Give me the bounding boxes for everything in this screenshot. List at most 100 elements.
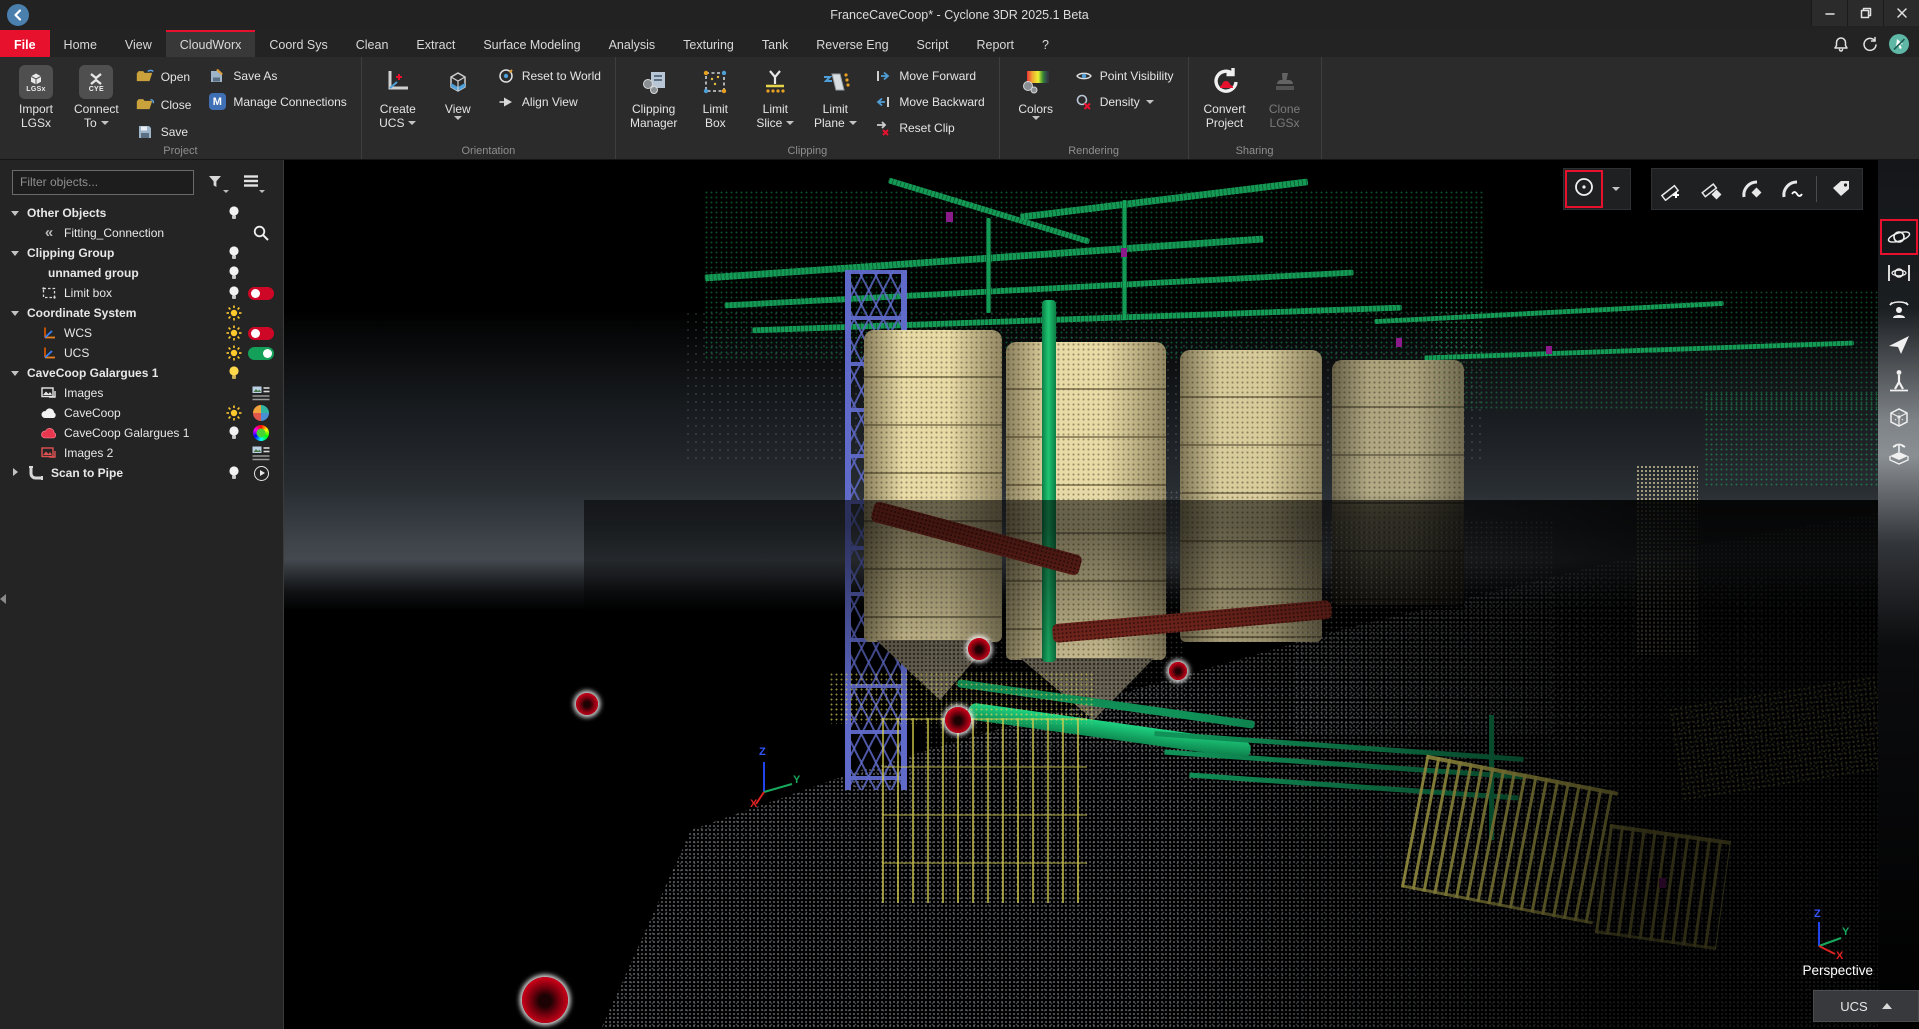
- tree-item-images-2[interactable]: Images 2: [0, 443, 283, 463]
- magnifier-icon[interactable]: [252, 224, 270, 242]
- tree-item-other-objects[interactable]: Other Objects: [0, 203, 283, 223]
- reset-clip-button[interactable]: Reset Clip: [867, 117, 990, 139]
- pointer-off-icon[interactable]: [1889, 34, 1909, 54]
- rgb-icon[interactable]: [253, 425, 269, 441]
- import-lgsx-button[interactable]: LGSxImportLGSx: [8, 61, 64, 133]
- tag-button[interactable]: [1822, 170, 1860, 208]
- tab-cloudworx[interactable]: CloudWorx: [166, 30, 256, 57]
- view-button[interactable]: View: [430, 61, 486, 123]
- tree-item-wcs[interactable]: WCS: [0, 323, 283, 343]
- limit-slice-button[interactable]: LimitSlice: [747, 61, 803, 133]
- bulb-icon[interactable]: [226, 244, 242, 262]
- state-toggle-green[interactable]: [248, 347, 274, 360]
- coordinate-system-selector[interactable]: UCS: [1813, 990, 1919, 1022]
- point-visibility-button[interactable]: Point Visibility: [1068, 65, 1180, 87]
- limit-plane-button[interactable]: LimitPlane: [807, 61, 863, 133]
- bell-icon[interactable]: [1831, 34, 1851, 54]
- tree-item-cavecoop-galargues-1[interactable]: CaveCoop Galargues 1: [0, 363, 283, 383]
- tab-file[interactable]: File: [0, 30, 50, 57]
- measure-add-button[interactable]: [1653, 170, 1691, 208]
- scan-position-target[interactable]: [968, 638, 990, 660]
- expander-right-icon[interactable]: [11, 468, 21, 478]
- expander-down-icon[interactable]: [11, 308, 21, 318]
- tree-item-limit-box[interactable]: Limit box: [0, 283, 283, 303]
- angle-diamond-button[interactable]: [1733, 170, 1771, 208]
- bulb-icon[interactable]: [226, 424, 242, 442]
- tab-extract[interactable]: Extract: [402, 30, 469, 57]
- tree-item-unnamed-group[interactable]: unnamed group: [0, 263, 283, 283]
- tab-report[interactable]: Report: [963, 30, 1029, 57]
- expander-down-icon[interactable]: [11, 208, 21, 218]
- tree-item-clipping-group[interactable]: Clipping Group: [0, 243, 283, 263]
- imgprops-icon[interactable]: [251, 444, 271, 462]
- color-pie-icon[interactable]: [253, 405, 269, 421]
- filter-input[interactable]: [12, 170, 194, 195]
- scan-position-target[interactable]: [945, 707, 971, 733]
- filter-funnel-button[interactable]: [200, 169, 230, 195]
- limit-box-button[interactable]: LimitBox: [687, 61, 743, 133]
- tab-home[interactable]: Home: [50, 30, 111, 57]
- walk-button[interactable]: [1881, 364, 1917, 398]
- bulb-icon[interactable]: [226, 264, 242, 282]
- look-around-button[interactable]: [1881, 292, 1917, 326]
- tab-help[interactable]: ?: [1028, 30, 1063, 57]
- manage-connections-button[interactable]: MManage Connections: [201, 91, 352, 112]
- state-toggle-red[interactable]: [248, 327, 274, 340]
- fly-button[interactable]: [1881, 328, 1917, 362]
- move-forward-button[interactable]: Move Forward: [867, 65, 990, 87]
- save-as-button[interactable]: Save As: [201, 65, 352, 87]
- measure-check-button[interactable]: [1693, 170, 1731, 208]
- panel-menu-button[interactable]: [236, 169, 266, 195]
- tab-coord-sys[interactable]: Coord Sys: [255, 30, 341, 57]
- tab-reverse-eng[interactable]: Reverse Eng: [802, 30, 902, 57]
- restore-button[interactable]: [1847, 0, 1883, 26]
- tab-clean[interactable]: Clean: [342, 30, 403, 57]
- tree-item-cavecoop[interactable]: CaveCoop: [0, 403, 283, 423]
- density-button[interactable]: Density: [1068, 91, 1180, 113]
- toggle-green-icon[interactable]: [248, 347, 274, 360]
- select-mode-dropdown[interactable]: [1605, 170, 1627, 208]
- tab-analysis[interactable]: Analysis: [595, 30, 670, 57]
- expander-down-icon[interactable]: [11, 248, 21, 258]
- tree-item-images[interactable]: Images: [0, 383, 283, 403]
- toggle-red-icon[interactable]: [248, 287, 274, 300]
- bulb-icon[interactable]: [226, 204, 242, 222]
- sun-icon[interactable]: [225, 304, 243, 322]
- tab-tank[interactable]: Tank: [748, 30, 802, 57]
- imgprops-icon[interactable]: [251, 384, 271, 402]
- expander-down-icon[interactable]: [11, 368, 21, 378]
- sync-icon[interactable]: [1860, 34, 1880, 54]
- toggle-red-icon[interactable]: [248, 327, 274, 340]
- minimize-button[interactable]: [1811, 0, 1847, 26]
- tab-surface-modeling[interactable]: Surface Modeling: [469, 30, 594, 57]
- move-backward-button[interactable]: Move Backward: [867, 91, 990, 113]
- close-button[interactable]: Close: [129, 93, 198, 117]
- create-ucs-button[interactable]: CreateUCS: [370, 61, 426, 133]
- tree-item-scan-to-pipe[interactable]: Scan to Pipe: [0, 463, 283, 483]
- clipping-manager-button[interactable]: ClippingManager: [624, 61, 683, 133]
- tab-script[interactable]: Script: [903, 30, 963, 57]
- tree-item-cavecoop-galargues-1[interactable]: CaveCoop Galargues 1: [0, 423, 283, 443]
- bulb-icon[interactable]: [226, 284, 242, 302]
- sun-icon[interactable]: [225, 324, 243, 342]
- convert-project-button[interactable]: ConvertProject: [1197, 61, 1253, 133]
- sun-icon[interactable]: [225, 404, 243, 422]
- tab-view[interactable]: View: [111, 30, 166, 57]
- turntable-button[interactable]: [1881, 436, 1917, 470]
- connect-to-button[interactable]: CYEConnectTo: [68, 61, 125, 133]
- pie-icon[interactable]: [253, 405, 269, 421]
- angle-wave-button[interactable]: [1773, 170, 1811, 208]
- close-button[interactable]: [1883, 0, 1919, 26]
- scan-position-target[interactable]: [522, 977, 568, 1023]
- viewport-3d[interactable]: Z Y X: [284, 160, 1919, 1029]
- state-toggle-red[interactable]: [248, 287, 274, 300]
- tree-item-ucs[interactable]: UCS: [0, 343, 283, 363]
- panel-collapse-arrow-icon[interactable]: [0, 585, 9, 613]
- rgb-color-icon[interactable]: [253, 425, 269, 441]
- open-button[interactable]: Open: [129, 65, 198, 89]
- play-icon[interactable]: [254, 466, 269, 481]
- tab-texturing[interactable]: Texturing: [669, 30, 748, 57]
- play-icon[interactable]: [254, 466, 269, 481]
- sun-icon[interactable]: [225, 344, 243, 362]
- cube-axes-button[interactable]: [1881, 400, 1917, 434]
